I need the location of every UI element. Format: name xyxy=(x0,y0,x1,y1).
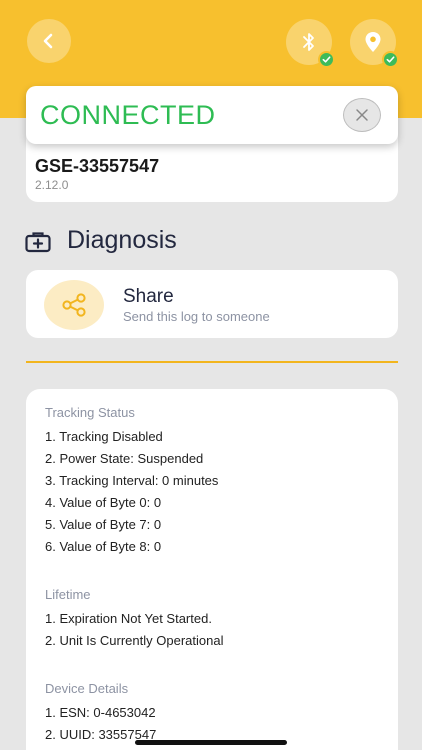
chevron-left-icon xyxy=(43,33,53,49)
location-enabled-badge xyxy=(382,51,399,68)
bluetooth-icon xyxy=(303,33,314,51)
firmware-version: 2.12.0 xyxy=(35,178,69,192)
close-icon xyxy=(356,109,368,121)
back-button[interactable] xyxy=(27,19,71,63)
bluetooth-connected-badge xyxy=(318,51,335,68)
device-name: GSE-33557547 xyxy=(35,156,160,176)
diagnosis-heading: Diagnosis xyxy=(67,226,177,254)
check-icon xyxy=(386,56,395,63)
diagnostic-log-card: Tracking Status 1. Tracking Disabled 2. … xyxy=(26,389,398,750)
section-divider xyxy=(26,361,398,363)
log-line: 4. Value of Byte 0: 0 xyxy=(45,495,162,510)
share-icon xyxy=(62,293,86,317)
log-line: 2. Power State: Suspended xyxy=(45,451,204,466)
medical-kit-icon xyxy=(25,232,51,253)
section-title: Lifetime xyxy=(45,587,91,602)
log-line: 5. Value of Byte 7: 0 xyxy=(45,517,162,532)
section-title: Device Details xyxy=(45,681,129,696)
device-details-section: Device Details 1. ESN: 0-4653042 2. UUID… xyxy=(45,681,156,746)
connection-status-text: CONNECTED xyxy=(40,100,216,130)
lifetime-section: Lifetime 1. Expiration Not Yet Started. … xyxy=(45,587,223,652)
share-log-button[interactable]: Share Send this log to someone xyxy=(26,270,398,338)
location-pin-icon xyxy=(365,32,381,52)
disconnect-button[interactable] xyxy=(343,98,381,132)
log-line: 1. Tracking Disabled xyxy=(45,429,163,444)
log-line: 1. ESN: 0-4653042 xyxy=(45,705,156,720)
connection-status-banner: CONNECTED xyxy=(26,86,398,144)
share-icon-container xyxy=(44,280,104,330)
log-line: 6. Value of Byte 8: 0 xyxy=(45,539,162,554)
log-line: 2. Unit Is Currently Operational xyxy=(45,633,224,648)
tracking-status-section: Tracking Status 1. Tracking Disabled 2. … xyxy=(45,405,218,558)
bluetooth-status-button[interactable] xyxy=(286,19,335,68)
share-subtitle: Send this log to someone xyxy=(123,309,270,324)
home-indicator[interactable] xyxy=(135,740,287,745)
location-status-button[interactable] xyxy=(350,19,399,68)
check-icon xyxy=(322,56,331,63)
section-title: Tracking Status xyxy=(45,405,135,420)
share-title: Share xyxy=(123,286,174,307)
log-line: 1. Expiration Not Yet Started. xyxy=(45,611,212,626)
log-line: 3. Tracking Interval: 0 minutes xyxy=(45,473,219,488)
